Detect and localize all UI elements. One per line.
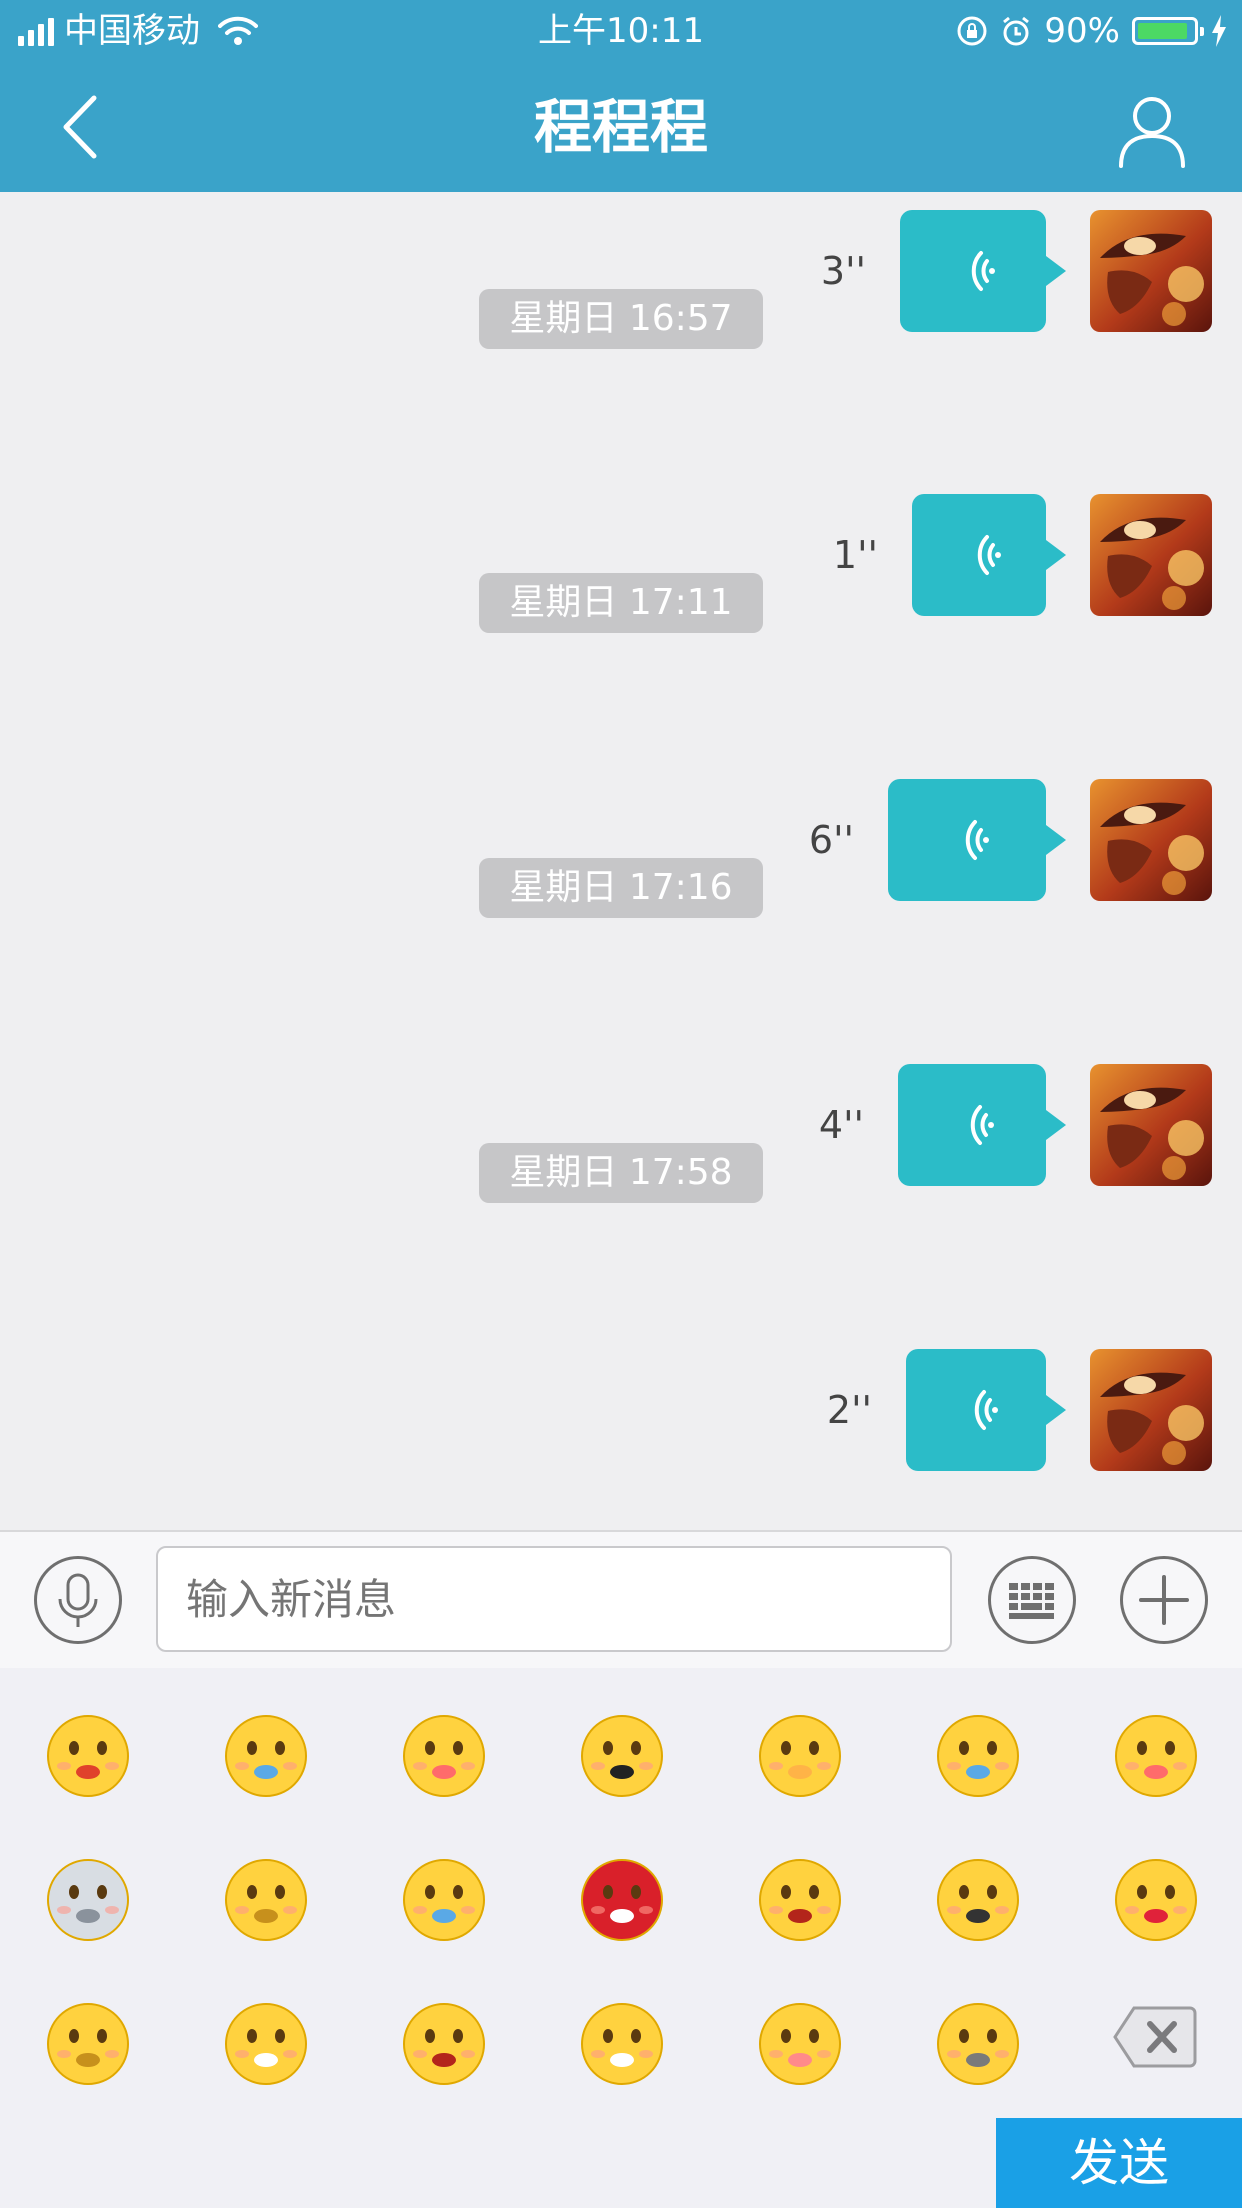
robot-emoji-icon[interactable] (42, 1852, 134, 1944)
yawn-emoji-icon[interactable] (398, 1996, 490, 2088)
timestamp-label: 星期日 17:58 (479, 1143, 763, 1203)
voice-wave-icon (971, 251, 995, 291)
voice-wave-icon (970, 1105, 994, 1145)
voice-wave-icon (977, 535, 1001, 575)
sweat-sigh-emoji-icon[interactable] (932, 1708, 1024, 1800)
battery-percent: 90% (1044, 11, 1120, 51)
laughing-emoji-icon[interactable] (754, 1852, 846, 1944)
timestamp-label: 星期日 16:57 (479, 289, 763, 349)
alarm-icon (1003, 16, 1030, 46)
heart-eyes-emoji-icon[interactable] (1110, 1852, 1202, 1944)
shy-heart-emoji-icon[interactable] (42, 1708, 134, 1800)
rotation-lock-icon (957, 16, 987, 46)
smirk-sparkle-emoji-icon[interactable] (1110, 1708, 1202, 1800)
status-bar: 中国移动 上午10:11 90% (0, 0, 1242, 62)
voice-duration: 2'' (826, 1388, 872, 1432)
emoji-panel: 发送 (0, 1668, 1242, 2208)
keyboard-button[interactable] (988, 1556, 1076, 1644)
page-title: 程程程 (533, 93, 708, 161)
bubble-tail (1046, 1395, 1066, 1425)
timestamp-divider: 星期日 17:11 (0, 573, 1242, 633)
bubble-tail (1046, 1110, 1066, 1140)
timestamp-label: 星期日 17:16 (479, 858, 763, 918)
backspace-icon[interactable] (1112, 2002, 1198, 2072)
message-list[interactable]: 3'' 星期日 16:57 1'' 星期日 17:11 6'' 星期日 17:16 4'' 星… (0, 192, 1242, 1530)
voice-input-button[interactable] (34, 1556, 122, 1644)
timestamp-divider: 星期日 17:16 (0, 858, 1242, 918)
nav-bar: 程程程 (0, 62, 1242, 192)
bubble-tail (1046, 825, 1066, 855)
timestamp-label: 星期日 17:11 (479, 573, 763, 633)
timestamp-divider: 星期日 16:57 (0, 289, 1242, 349)
keyboard-icon (1009, 1583, 1054, 1619)
tongue-out-emoji-icon[interactable] (398, 1708, 490, 1800)
blush-eyes-up-emoji-icon[interactable] (754, 1996, 846, 2088)
voice-message-bubble[interactable] (906, 1349, 1066, 1471)
angry-devil-emoji-icon[interactable] (576, 1852, 668, 1944)
smile-emoji-icon[interactable] (932, 1852, 1024, 1944)
face-mask-emoji-icon[interactable] (576, 1996, 668, 2088)
ten-thousand-yuan-emoji-icon[interactable] (576, 1708, 668, 1800)
user-icon[interactable] (1112, 90, 1192, 170)
microphone-icon (58, 1573, 98, 1627)
pray-emoji-icon[interactable] (754, 1708, 846, 1800)
input-bar (0, 1530, 1242, 1668)
thinking-emoji-icon[interactable] (42, 1996, 134, 2088)
voice-message-row: 2'' (0, 1349, 1242, 1473)
charging-icon (1212, 15, 1226, 47)
avatar[interactable] (1090, 1349, 1212, 1471)
mouth-taped-emoji-icon[interactable] (220, 1996, 312, 2088)
frown-fists-emoji-icon[interactable] (220, 1852, 312, 1944)
timestamp-divider: 星期日 17:58 (0, 1143, 1242, 1203)
facepalm-emoji-icon[interactable] (932, 1996, 1024, 2088)
plus-icon (1139, 1575, 1189, 1625)
crying-emoji-icon[interactable] (220, 1708, 312, 1800)
voice-wave-icon (974, 1390, 998, 1430)
shocked-sweat-emoji-icon[interactable] (398, 1852, 490, 1944)
battery-icon (1132, 17, 1204, 45)
send-button[interactable]: 发送 (996, 2118, 1242, 2208)
message-input[interactable] (156, 1546, 952, 1652)
voice-wave-icon (965, 820, 989, 860)
bubble-tail (1046, 540, 1066, 570)
more-options-button[interactable] (1120, 1556, 1208, 1644)
bubble-tail (1046, 256, 1066, 286)
